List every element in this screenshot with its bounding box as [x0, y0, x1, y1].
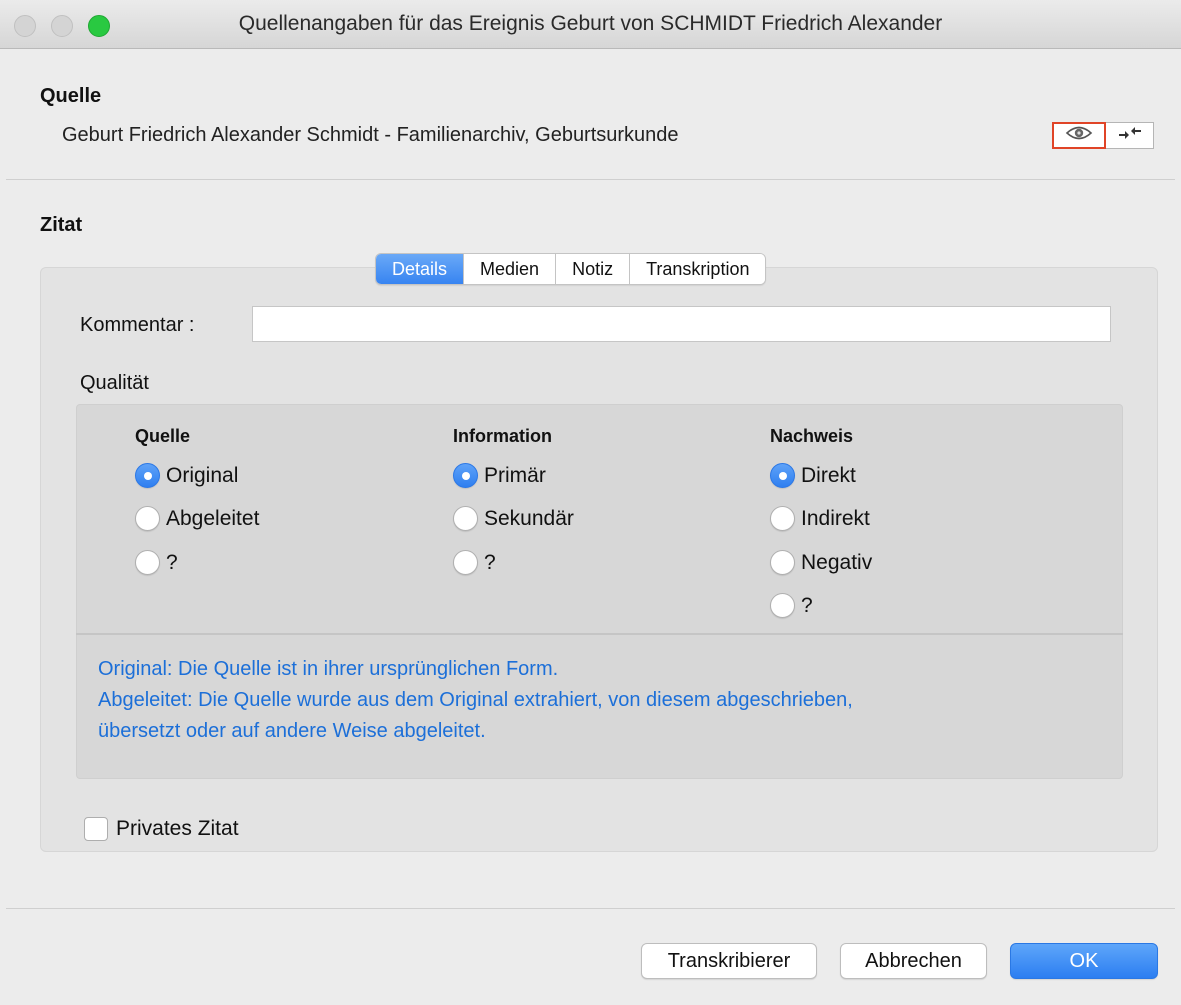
transcriber-button[interactable]: Transkribierer	[641, 943, 817, 979]
footer-separator	[6, 908, 1175, 909]
view-source-button[interactable]	[1052, 122, 1106, 149]
ok-button[interactable]: OK	[1010, 943, 1158, 979]
quality-nachweis-header: Nachweis	[770, 426, 854, 446]
private-citation-label: Privates Zitat	[116, 817, 239, 840]
radio-label: Indirekt	[801, 506, 870, 530]
source-separator	[6, 179, 1175, 180]
radio-label: ?	[801, 593, 813, 617]
tab-details[interactable]: Details	[376, 254, 465, 284]
radio-nachweis-unknown[interactable]: ?	[770, 593, 813, 618]
radio-button[interactable]	[135, 550, 160, 575]
radio-information-sekundaer[interactable]: Sekundär	[453, 506, 574, 531]
radio-information-unknown[interactable]: ?	[453, 550, 496, 575]
radio-label: Original	[166, 463, 239, 487]
description-line: Abgeleitet: Die Quelle wurde aus dem Ori…	[98, 689, 853, 711]
title-bar: Quellenangaben für das Ereignis Geburt v…	[0, 0, 1181, 49]
citation-tabs: Details Medien Notiz Transkription	[375, 253, 767, 285]
minimize-window-button[interactable]	[51, 15, 73, 37]
radio-quelle-unknown[interactable]: ?	[135, 550, 178, 575]
radio-quelle-original[interactable]: Original	[135, 463, 238, 488]
quality-label: Qualität	[80, 372, 149, 394]
radio-nachweis-direkt[interactable]: Direkt	[770, 463, 856, 488]
source-name: Geburt Friedrich Alexander Schmidt - Fam…	[62, 124, 679, 146]
radio-nachweis-indirekt[interactable]: Indirekt	[770, 506, 870, 531]
description-line: Original: Die Quelle ist in ihrer ursprü…	[98, 658, 559, 680]
comment-label: Kommentar :	[80, 314, 195, 336]
radio-button[interactable]	[453, 463, 478, 488]
quality-divider	[76, 633, 1123, 635]
quality-information-header: Information	[453, 426, 552, 446]
radio-label: Negativ	[801, 550, 873, 574]
arrows-link-icon	[1117, 125, 1143, 146]
radio-label: Abgeleitet	[166, 506, 260, 530]
radio-button[interactable]	[770, 593, 795, 618]
window-title: Quellenangaben für das Ereignis Geburt v…	[238, 12, 943, 35]
radio-button[interactable]	[770, 550, 795, 575]
radio-button[interactable]	[135, 506, 160, 531]
radio-button[interactable]	[770, 463, 795, 488]
link-source-button[interactable]	[1106, 122, 1154, 149]
private-citation-option[interactable]: Privates Zitat	[84, 817, 239, 841]
radio-button[interactable]	[453, 506, 478, 531]
description-line: übersetzt oder auf andere Weise abgeleit…	[98, 720, 486, 742]
citation-section-label: Zitat	[40, 214, 83, 236]
radio-label: ?	[484, 550, 496, 574]
radio-label: Sekundär	[484, 506, 574, 530]
quality-quelle-header: Quelle	[135, 426, 191, 446]
radio-quelle-abgeleitet[interactable]: Abgeleitet	[135, 506, 259, 531]
radio-label: Direkt	[801, 463, 856, 487]
radio-nachweis-negativ[interactable]: Negativ	[770, 550, 872, 575]
tab-medien[interactable]: Medien	[464, 254, 557, 284]
radio-button[interactable]	[453, 550, 478, 575]
radio-label: Primär	[484, 463, 546, 487]
radio-button[interactable]	[770, 506, 795, 531]
radio-information-primaer[interactable]: Primär	[453, 463, 546, 488]
private-citation-checkbox[interactable]	[84, 817, 108, 841]
radio-button[interactable]	[135, 463, 160, 488]
zoom-window-button[interactable]	[88, 15, 110, 37]
cancel-button[interactable]: Abbrechen	[840, 943, 987, 979]
radio-label: ?	[166, 550, 178, 574]
source-section-label: Quelle	[40, 85, 102, 107]
eye-icon	[1065, 125, 1093, 146]
tab-notiz[interactable]: Notiz	[556, 254, 631, 284]
tab-transkription[interactable]: Transkription	[630, 254, 766, 284]
quality-description: Original: Die Quelle ist in ihrer ursprü…	[98, 654, 1088, 747]
close-window-button[interactable]	[14, 15, 36, 37]
comment-input[interactable]	[252, 306, 1111, 342]
